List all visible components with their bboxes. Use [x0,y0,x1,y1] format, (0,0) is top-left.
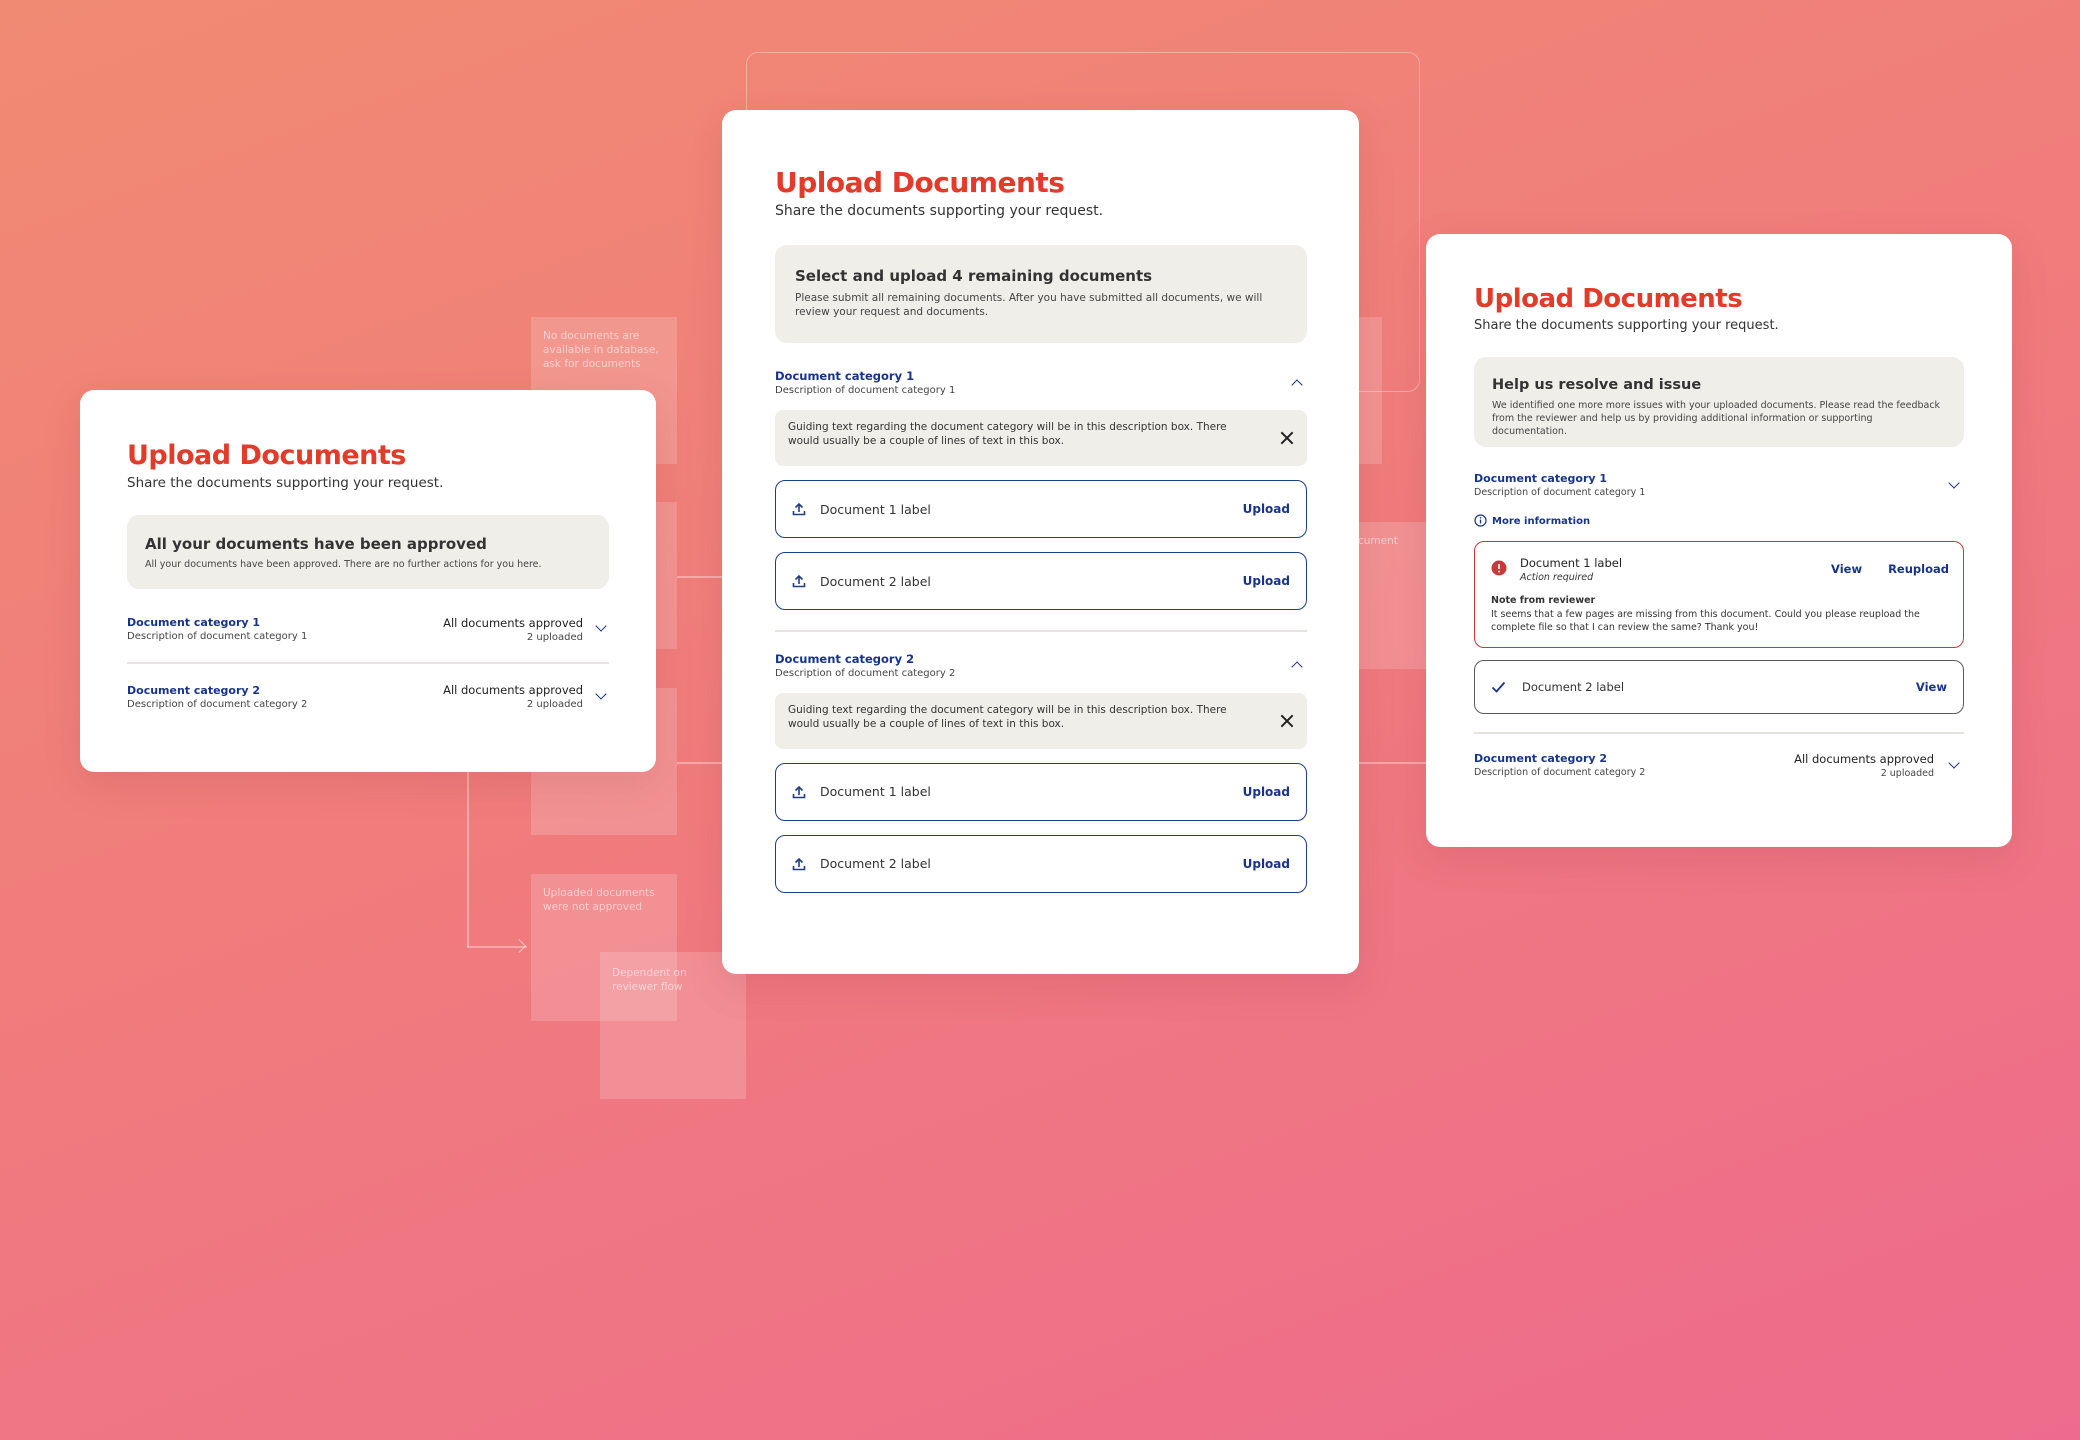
document-label: Document 1 label [1520,556,1623,570]
reupload-button[interactable]: Reupload [1888,562,1949,576]
flow-box-text: Uploaded documents were not approved [543,887,655,913]
page-title: Upload Documents [1474,284,1743,314]
chevron-down-icon[interactable] [1948,477,1960,489]
guide-text: Guiding text regarding the document cate… [788,703,1227,730]
category-desc: Description of document category 1 [127,631,308,642]
info-icon [1474,512,1487,531]
card-approved: Upload Documents Share the documents sup… [80,390,656,772]
document-row[interactable]: Document 2 label Upload [775,552,1307,610]
document-row[interactable]: Document 1 label Upload [775,480,1307,538]
status-banner: All your documents have been approved Al… [127,515,609,589]
view-button[interactable]: View [1831,562,1862,576]
document-row[interactable]: Document 2 label Upload [775,834,1307,893]
document-label: Document 2 label [1522,680,1625,694]
document-label: Document 2 label [820,856,931,871]
guide-text: Guiding text regarding the document cate… [788,421,1227,447]
more-information-text: More information [1492,516,1591,527]
upload-button[interactable]: Upload [1243,574,1290,588]
card-upload: Upload Documents Share the documents sup… [722,110,1359,974]
category-status: All documents approved [1794,751,1934,766]
category-count: 2 uploaded [526,699,583,710]
category-header-2[interactable]: Document category 2 Description of docum… [775,652,1307,679]
banner-title: All your documents have been approved [145,535,487,553]
page-subtitle: Share the documents supporting your requ… [775,203,1104,219]
category-title: Document category 2 [1474,752,1608,765]
flow-box-text: Dependent on reviewer flow [612,967,687,993]
document-label: Document 2 label [820,573,931,589]
page-subtitle: Share the documents supporting your requ… [127,475,444,491]
upload-icon [792,785,806,799]
reviewer-note-text: It seems that a few pages are missing fr… [1491,609,1920,633]
category-title: Document category 2 [775,651,915,666]
guide-box: Guiding text regarding the document cate… [775,692,1307,749]
category-desc: Description of document category 2 [775,667,956,679]
card-resolve-issue: Upload Documents Share the documents sup… [1426,234,2012,847]
document-status: Action required [1520,572,1594,583]
upload-button[interactable]: Upload [1243,857,1290,871]
upload-button[interactable]: Upload [1243,785,1290,799]
category-status: All documents approved [443,615,583,630]
document-row-approved[interactable]: Document 2 label View [1474,660,1964,714]
chevron-up-icon[interactable] [1291,378,1303,391]
guide-box: Guiding text regarding the document cate… [775,410,1307,466]
checkmark-icon [1491,678,1506,697]
category-title: Document category 1 [127,616,261,629]
page-title: Upload Documents [775,166,1065,199]
flow-box-right-1 [1358,317,1382,464]
banner-text: We identified one more more issues with … [1492,400,1941,437]
upload-button[interactable]: Upload [1243,502,1290,516]
category-count: 2 uploaded [526,631,583,643]
banner-title: Help us resolve and issue [1492,377,1702,393]
view-button[interactable]: View [1916,680,1947,694]
category-desc: Description of document category 2 [1474,767,1646,778]
flow-box-text: No documents are available in database, … [543,330,659,370]
document-row[interactable]: Document 1 label Upload [775,762,1307,821]
divider [127,662,609,664]
status-banner: Help us resolve and issue We identified … [1474,357,1964,447]
upload-icon [792,857,806,871]
category-desc: Description of document category 2 [127,698,308,710]
banner-text: Please submit all remaining documents. A… [795,292,1263,318]
category-count: 2 uploaded [1880,767,1934,779]
banner-title: Select and upload 4 remaining documents [795,267,1153,285]
category-title: Document category 1 [775,369,915,383]
close-icon[interactable] [1280,431,1294,445]
category-status: All documents approved [443,683,583,697]
divider [1474,732,1964,734]
document-row-error: Document 1 label Action required View Re… [1474,541,1964,648]
category-desc: Description of document category 1 [1474,487,1646,498]
close-icon[interactable] [1280,714,1294,728]
alert-icon [1491,560,1507,580]
page-subtitle: Share the documents supporting your requ… [1474,318,1779,333]
upload-icon [792,502,806,516]
flow-box-text: cument [1358,535,1398,547]
chevron-down-icon[interactable] [595,687,607,700]
flow-box-dependent: Dependent on reviewer flow [600,952,746,1099]
flow-connector [677,762,722,764]
category-row-1[interactable]: Document category 1 Description of docum… [127,614,609,644]
divider [775,630,1307,632]
banner-text: All your documents have been approved. T… [145,559,542,570]
category-header-1[interactable]: Document category 1 Description of docum… [1474,472,1964,498]
reviewer-note-title: Note from reviewer [1491,595,1596,606]
flow-connector [1358,762,1428,764]
category-desc: Description of document category 1 [775,385,956,396]
category-header-1[interactable]: Document category 1 Description of docum… [775,369,1307,396]
category-row-2[interactable]: Document category 2 Description of docum… [1474,752,1964,779]
upload-icon [792,574,806,588]
document-label: Document 1 label [820,784,931,799]
document-label: Document 1 label [820,501,931,517]
more-information-link[interactable]: More information [1474,512,1964,531]
category-title: Document category 1 [1474,472,1608,485]
status-banner: Select and upload 4 remaining documents … [775,245,1307,343]
category-title: Document category 2 [127,683,261,697]
chevron-up-icon[interactable] [1291,661,1303,673]
chevron-down-icon[interactable] [1948,757,1960,769]
chevron-down-icon[interactable] [595,620,607,632]
page-title: Upload Documents [127,440,406,471]
flow-arrow-icon [511,938,527,954]
category-row-2[interactable]: Document category 2 Description of docum… [127,682,609,712]
flow-connector [677,576,722,578]
